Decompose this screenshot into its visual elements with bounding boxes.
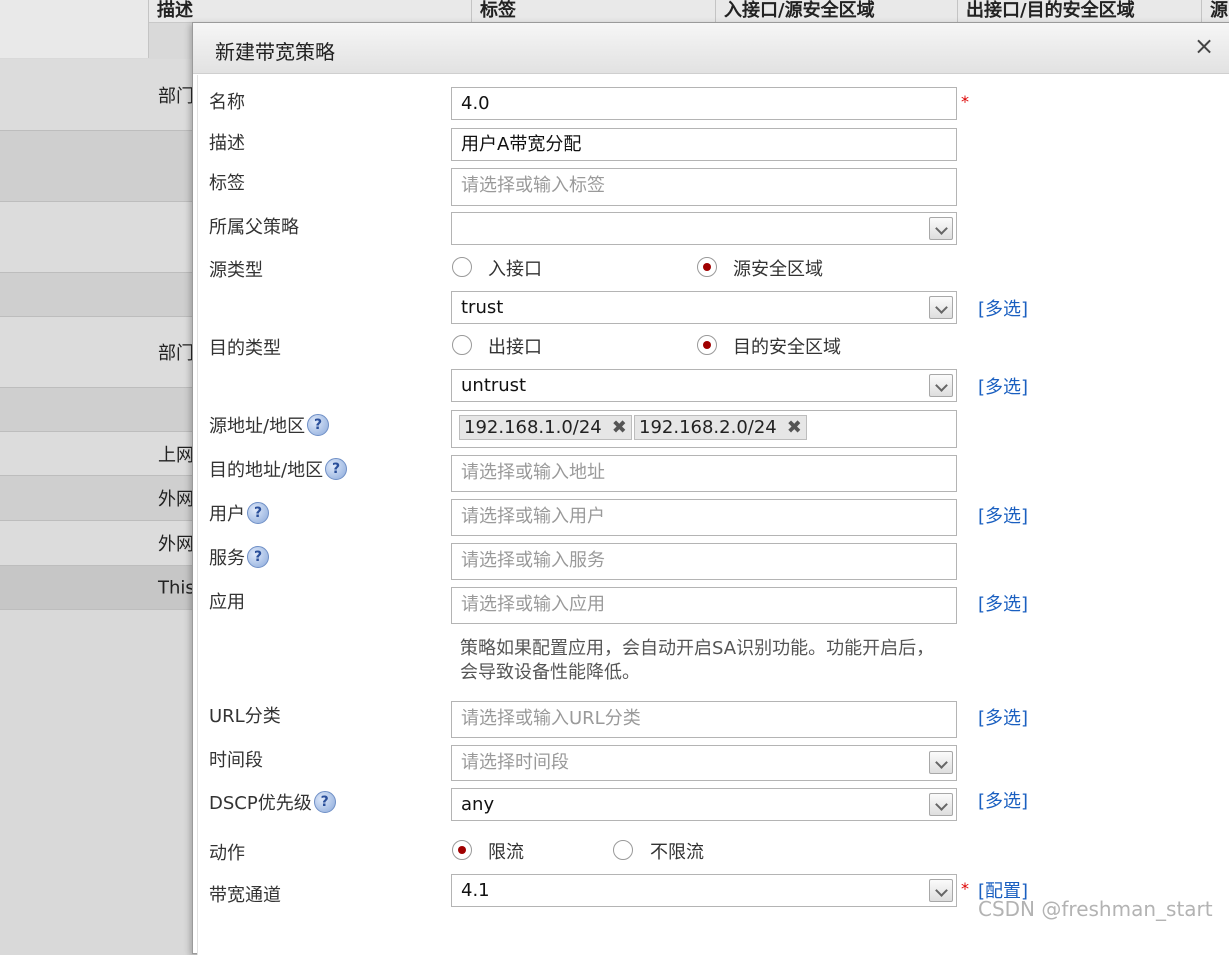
help-icon[interactable]: ? — [247, 546, 269, 568]
description-input[interactable]: 用户A带宽分配 — [451, 128, 957, 161]
table-row[interactable]: 部门 — [0, 317, 200, 388]
source-type-label: 源类型 — [209, 260, 263, 281]
radio-ingress-interface[interactable] — [452, 257, 472, 277]
action-label: 动作 — [209, 843, 245, 864]
chevron-down-icon[interactable] — [929, 217, 953, 240]
dscp-select[interactable]: any — [451, 788, 957, 821]
service-label: 服务? — [209, 544, 269, 570]
table-cell: 部门 — [158, 85, 194, 107]
table-cell: 上网 — [158, 444, 194, 466]
time-range-select[interactable]: 请选择时间段 — [451, 745, 957, 781]
radio-rate-limit-label: 限流 — [488, 842, 524, 863]
table-cell: This — [158, 577, 195, 598]
name-input[interactable]: 4.0 — [451, 87, 957, 120]
parent-policy-label: 所属父策略 — [209, 217, 299, 238]
help-icon[interactable]: ? — [247, 502, 269, 524]
tags-input[interactable]: 请选择或输入标签 — [451, 168, 957, 206]
help-icon[interactable]: ? — [307, 414, 330, 436]
name-label: 名称 — [209, 92, 245, 113]
dest-address-input[interactable]: 请选择或输入地址 — [451, 455, 957, 492]
close-icon[interactable]: × — [1191, 33, 1217, 59]
source-zone-value: trust — [461, 297, 504, 318]
dest-zone-multi-select-link[interactable]: [多选] — [978, 373, 1028, 399]
service-input[interactable]: 请选择或输入服务 — [451, 543, 957, 580]
table-row[interactable]: This — [0, 566, 200, 610]
address-tag: 192.168.2.0/24 ✖ — [634, 415, 807, 440]
table-row[interactable] — [0, 273, 200, 317]
application-multi-select-link[interactable]: [多选] — [978, 590, 1028, 616]
help-icon[interactable]: ? — [313, 791, 336, 813]
radio-source-zone[interactable] — [697, 257, 717, 277]
radio-dest-zone-label: 目的安全区域 — [733, 337, 841, 358]
dscp-value: any — [461, 794, 495, 815]
dscp-label: DSCP优先级? — [209, 789, 336, 815]
user-multi-select-link[interactable]: [多选] — [978, 502, 1028, 528]
url-category-label: URL分类 — [209, 706, 281, 727]
tags-label: 标签 — [209, 173, 245, 194]
chevron-down-icon[interactable] — [929, 374, 953, 397]
dest-type-label: 目的类型 — [209, 338, 281, 359]
application-input[interactable]: 请选择或输入应用 — [451, 587, 957, 624]
dialog-title: 新建带宽策略 — [215, 40, 335, 64]
source-address-label: 源地址/地区? — [209, 412, 330, 438]
table-header: 描述 标签 入接口/源安全区域 出接口/目的安全区域 源 — [0, 0, 1229, 23]
user-label: 用户? — [209, 500, 269, 526]
table-row[interactable] — [0, 388, 200, 432]
chevron-down-icon[interactable] — [929, 879, 953, 902]
dscp-multi-select-link[interactable]: [多选] — [978, 787, 1028, 813]
watermark: CSDN @freshman_start — [978, 897, 1213, 921]
table-row[interactable] — [0, 202, 200, 273]
address-tag: 192.168.1.0/24 ✖ — [459, 415, 632, 440]
table-header-filler — [0, 22, 149, 58]
remove-tag-icon[interactable]: ✖ — [787, 417, 802, 438]
column-header-ingress[interactable]: 入接口/源安全区域 — [715, 0, 957, 22]
table-row[interactable] — [0, 131, 200, 202]
user-input[interactable]: 请选择或输入用户 — [451, 499, 957, 536]
radio-rate-limit[interactable] — [452, 840, 472, 860]
parent-policy-select[interactable] — [451, 212, 957, 245]
table-row[interactable]: 部门 — [0, 59, 200, 131]
radio-egress-interface[interactable] — [452, 335, 472, 355]
radio-egress-interface-label: 出接口 — [488, 337, 542, 358]
radio-no-rate-limit-label: 不限流 — [650, 842, 704, 863]
source-zone-select[interactable]: trust — [451, 291, 957, 324]
required-marker: * — [961, 92, 969, 111]
table-cell: 外网 — [158, 489, 194, 510]
table-cell: 外网 — [158, 534, 194, 555]
column-header-description[interactable]: 描述 — [148, 0, 471, 22]
table-row[interactable]: 上网 — [0, 432, 200, 476]
radio-no-rate-limit[interactable] — [613, 840, 633, 860]
application-note: 策略如果配置应用，会自动开启SA识别功能。功能开启后，会导致设备性能降低。 — [460, 638, 935, 683]
radio-dest-zone[interactable] — [697, 335, 717, 355]
application-label: 应用 — [209, 592, 245, 613]
help-icon[interactable]: ? — [325, 458, 348, 480]
bandwidth-channel-value: 4.1 — [461, 880, 490, 901]
table-row[interactable]: 外网 — [0, 476, 200, 521]
description-label: 描述 — [209, 133, 245, 154]
required-marker: * — [961, 879, 969, 898]
bandwidth-channel-label: 带宽通道 — [209, 885, 281, 906]
chevron-down-icon[interactable] — [929, 793, 953, 816]
chevron-down-icon[interactable] — [929, 751, 953, 774]
time-range-placeholder: 请选择时间段 — [461, 752, 569, 773]
dest-address-label: 目的地址/地区? — [209, 456, 348, 482]
column-header-egress[interactable]: 出接口/目的安全区域 — [957, 0, 1201, 22]
radio-ingress-interface-label: 入接口 — [488, 259, 542, 280]
url-category-multi-select-link[interactable]: [多选] — [978, 704, 1028, 730]
radio-source-zone-label: 源安全区域 — [733, 259, 823, 280]
table-cell: 部门 — [158, 343, 194, 364]
column-header-source[interactable]: 源 — [1201, 0, 1229, 22]
bandwidth-channel-select[interactable]: 4.1 — [451, 874, 957, 907]
dialog-titlebar[interactable]: 新建带宽策略 × — [193, 23, 1229, 74]
dest-zone-value: untrust — [461, 375, 527, 396]
column-header-tags[interactable]: 标签 — [471, 0, 715, 22]
remove-tag-icon[interactable]: ✖ — [612, 417, 627, 438]
dest-zone-select[interactable]: untrust — [451, 369, 957, 402]
time-range-label: 时间段 — [209, 750, 263, 771]
chevron-down-icon[interactable] — [929, 296, 953, 319]
source-zone-multi-select-link[interactable]: [多选] — [978, 295, 1028, 321]
url-category-input[interactable]: 请选择或输入URL分类 — [451, 701, 957, 738]
table-row[interactable]: 外网 — [0, 521, 200, 566]
